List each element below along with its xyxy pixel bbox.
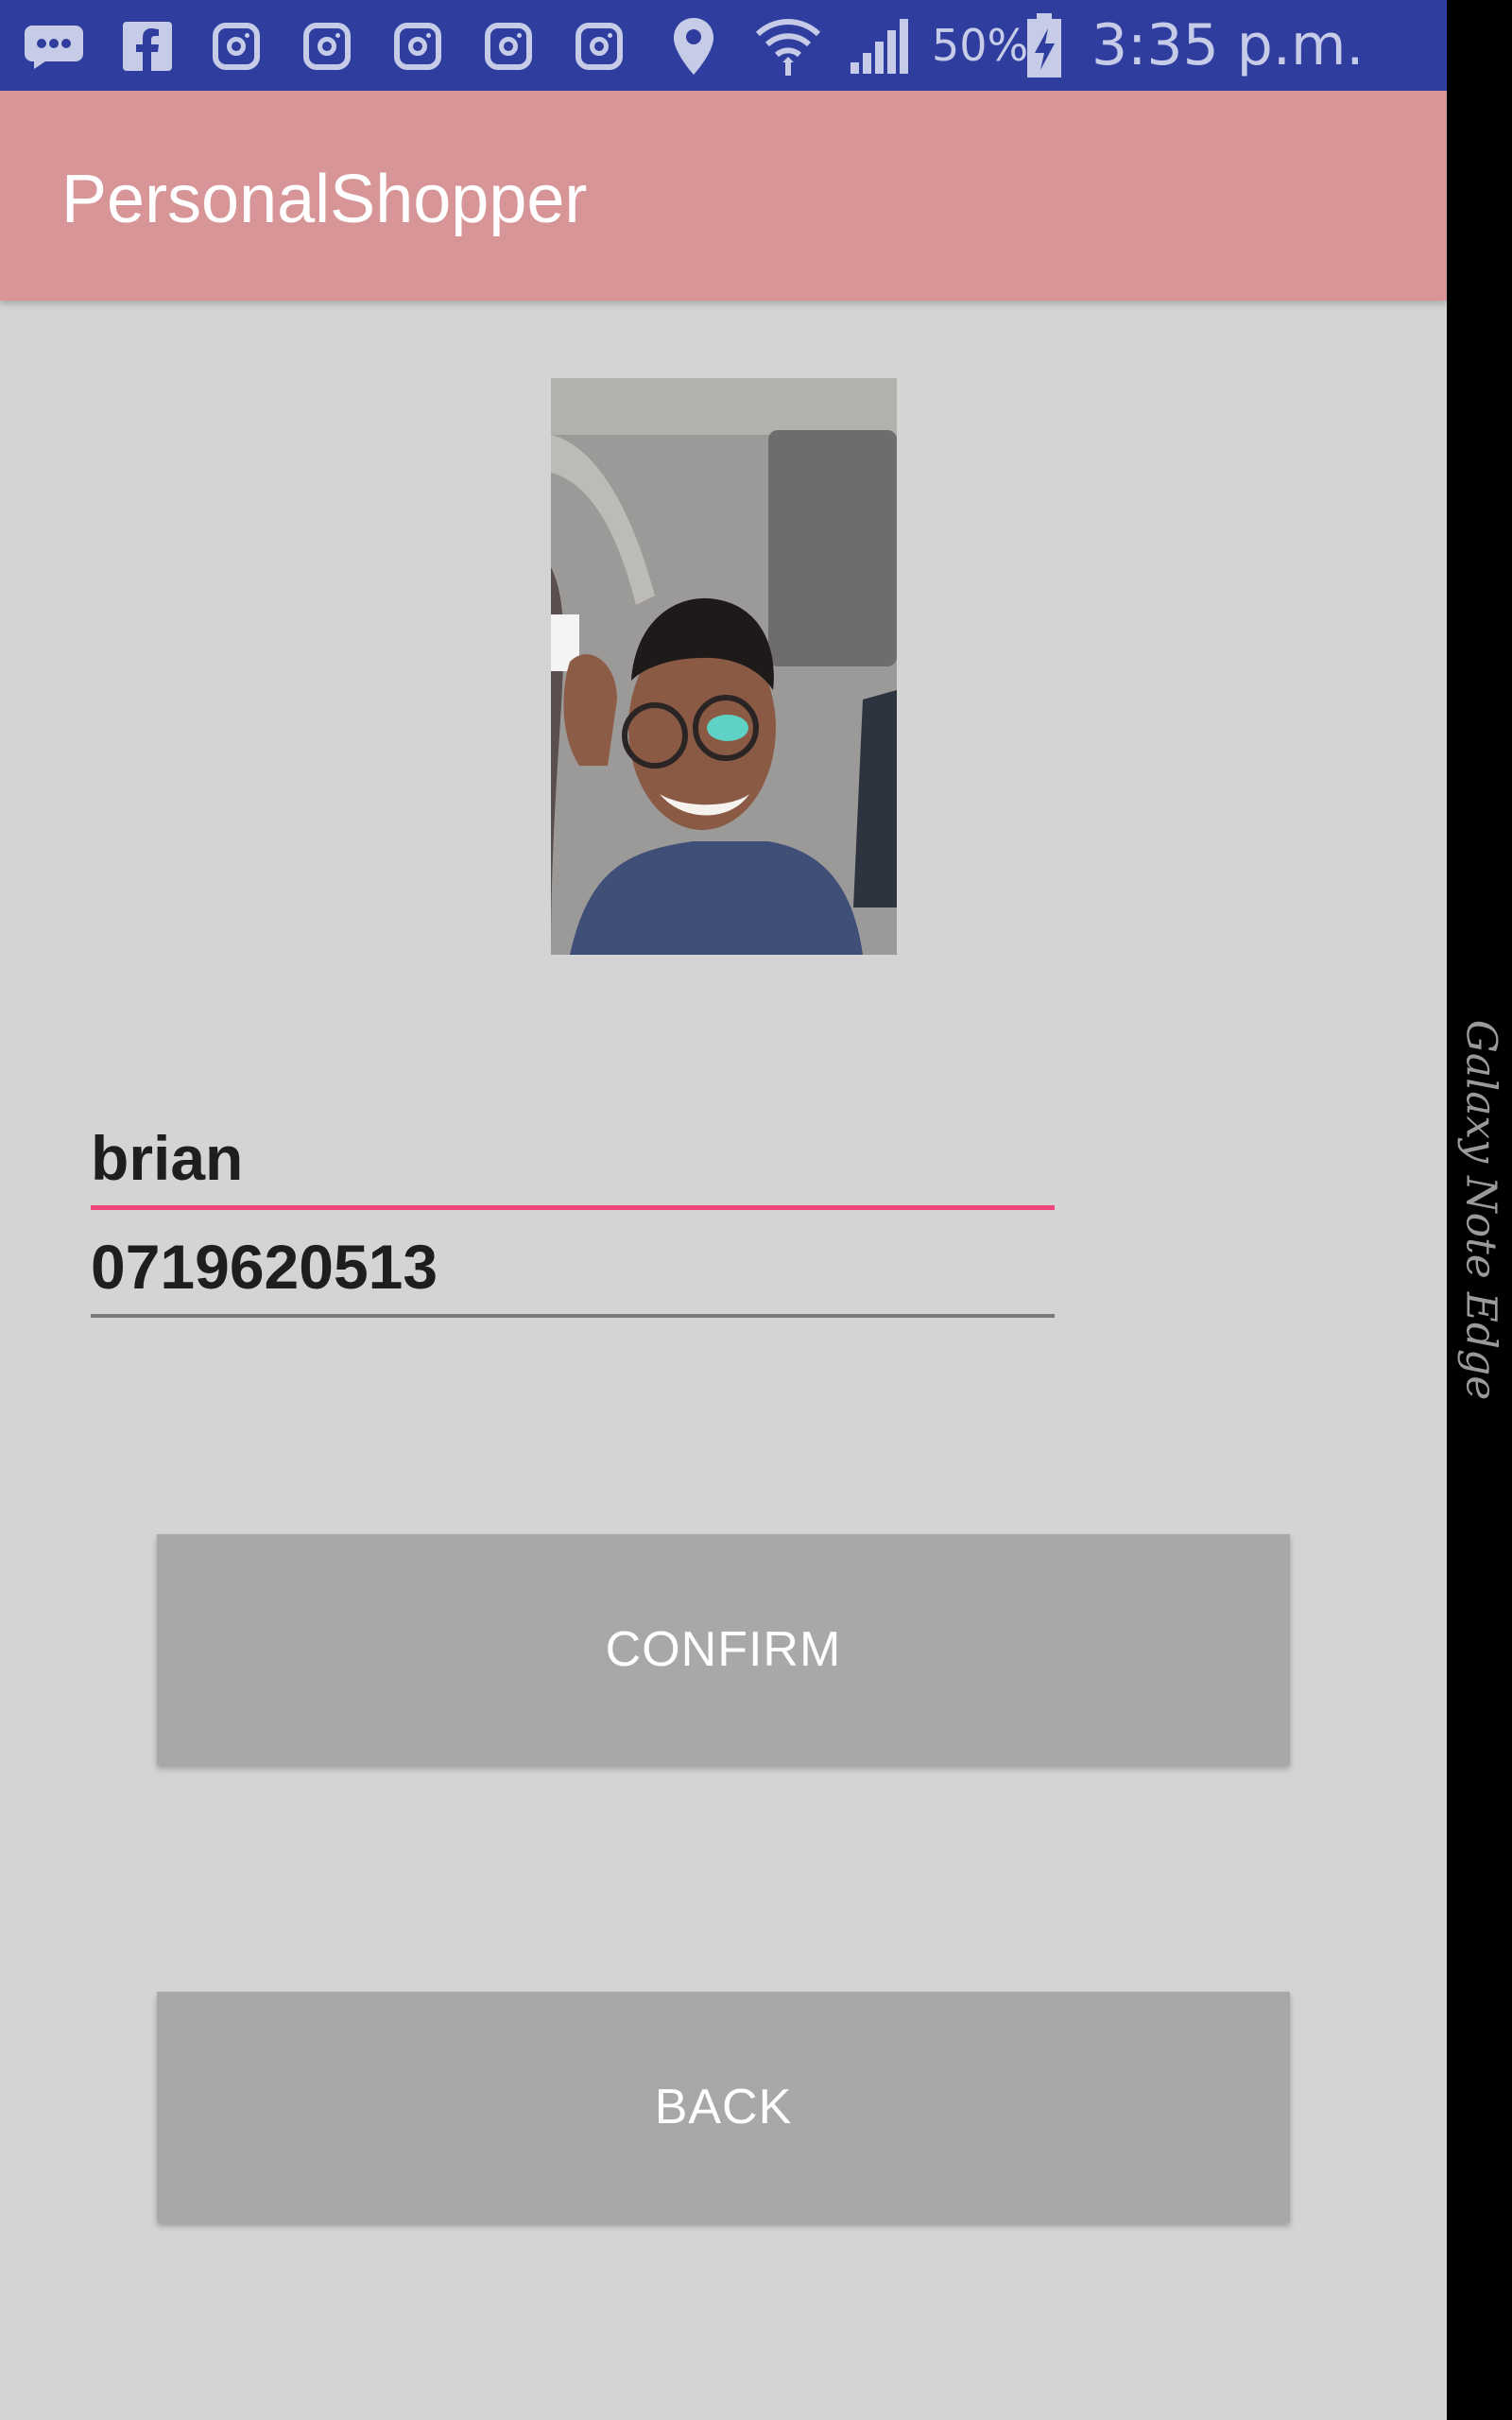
device-edge-label: Galaxy Note Edge [1456,1019,1505,1401]
instagram-icon [210,13,263,79]
name-input[interactable]: brian [91,1111,1055,1210]
confirm-button[interactable]: CONFIRM [157,1534,1290,1765]
signal-icon [847,13,913,79]
instagram-icon [573,13,626,79]
facebook-icon [121,13,174,79]
status-bar: 50% 3:35 p.m. [0,0,1447,91]
app-bar: PersonalShopper [0,91,1447,301]
battery-percentage: 50% [932,20,1029,71]
profile-photo [551,378,897,955]
wifi-icon [752,13,824,79]
clock-time: 3:35 p.m. [1091,12,1365,78]
phone-input[interactable]: 0719620513 [91,1219,1055,1318]
instagram-icon [301,13,353,79]
app-title: PersonalShopper [61,162,588,237]
battery-charging-icon [1024,13,1064,79]
instagram-icon [482,13,535,79]
location-icon [667,13,720,79]
messages-icon [21,13,87,79]
back-button[interactable]: BACK [157,1992,1290,2222]
instagram-icon [391,13,444,79]
